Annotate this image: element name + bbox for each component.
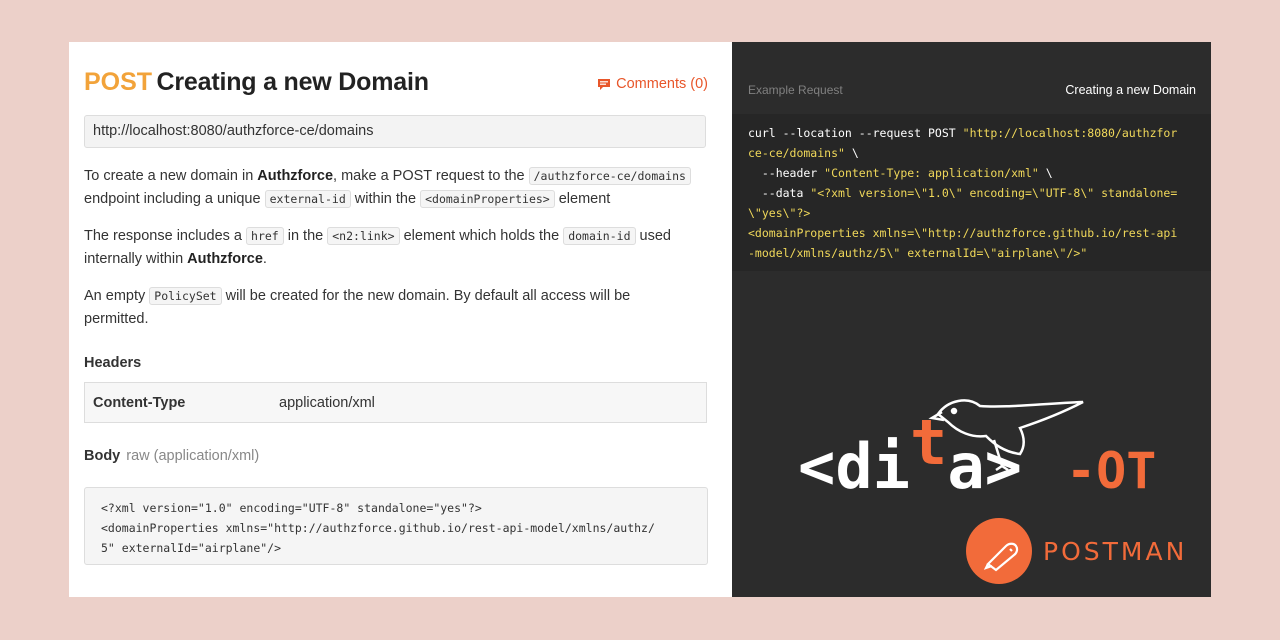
example-panel: Example Request Creating a new Domain cu… (732, 42, 1211, 597)
inline-code: external-id (264, 190, 351, 208)
ot-suffix: -OT (1066, 442, 1156, 500)
dita-ot-logo: <dita> -OT (798, 399, 1156, 502)
body-code-block: <?xml version="1.0" encoding="UTF-8" sta… (84, 487, 708, 565)
postman-wordmark: POSTMAN (1043, 536, 1188, 566)
headers-table: Content-Type application/xml (84, 382, 707, 423)
text: within the (350, 191, 421, 207)
inline-code: href (246, 227, 284, 245)
code-text: \ (844, 146, 859, 160)
code-text: --header (748, 166, 825, 180)
header-key: Content-Type (93, 395, 186, 411)
code-string: \"yes\"?> (748, 206, 811, 220)
code-string: "http://localhost:8080/authzfor (962, 126, 1178, 140)
postman-logo: POSTMAN (966, 518, 1187, 584)
text: . (262, 251, 267, 267)
body-title: Body (84, 448, 121, 464)
text: , make a POST request to the (333, 168, 529, 184)
text: The response includes a (84, 228, 247, 244)
code-text: --data (748, 186, 811, 200)
documentation-panel: POST Creating a new Domain Comments (0) … (69, 42, 732, 597)
request-title: Creating a new Domain (156, 68, 429, 96)
code-string: "<?xml version=\"1.0\" encoding=\"UTF-8\… (810, 186, 1178, 200)
code-string: -model/xmlns/authz/5\" externalId=\"airp… (748, 246, 1088, 260)
comments-link[interactable]: Comments (0) (598, 76, 708, 92)
description-paragraph-1: To create a new domain in Authzforce, ma… (84, 165, 694, 211)
code-string: "Content-Type: application/xml" (824, 166, 1039, 180)
inline-code: <domainProperties> (420, 190, 555, 208)
body-heading: Body raw (application/xml) (84, 448, 259, 464)
text: endpoint including a unique (84, 191, 265, 207)
text: element which holds the (399, 228, 564, 244)
text: element (554, 191, 611, 207)
code-text: curl --location --request POST (748, 126, 963, 140)
code-text: \ (1038, 166, 1053, 180)
request-url[interactable]: http://localhost:8080/authzforce-ce/doma… (84, 115, 706, 148)
postman-icon (966, 518, 1032, 584)
header-value: application/xml (279, 395, 375, 411)
example-request-label: Example Request (748, 83, 843, 97)
inline-code: /authzforce-ce/domains (528, 167, 691, 185)
body-content-type: raw (application/xml) (126, 448, 260, 464)
http-method: POST (84, 68, 153, 96)
text: in the (283, 228, 328, 244)
bold-text: Authzforce (257, 168, 334, 184)
comment-icon (598, 78, 611, 90)
example-code-panel: curl --location --request POST "http://l… (732, 114, 1211, 271)
description-paragraph-3: An empty PolicySet will be created for t… (84, 285, 694, 331)
code-string: <domainProperties xmlns=\"http://authzfo… (748, 226, 1178, 240)
inline-code: <n2:link> (327, 227, 400, 245)
example-request-selector[interactable]: Creating a new Domain (1065, 83, 1196, 97)
inline-code: domain-id (563, 227, 636, 245)
code-string: ce-ce/domains" (748, 146, 845, 160)
comments-label: Comments (0) (616, 76, 708, 92)
dita-text: <dita> (798, 406, 1022, 502)
bold-text: Authzforce (187, 251, 263, 267)
text: To create a new domain in (84, 168, 258, 184)
description-paragraph-2: The response includes a href in the <n2:… (84, 225, 694, 271)
example-header: Example Request Creating a new Domain (748, 82, 1196, 100)
request-title-row: POST Creating a new Domain Comments (0) (84, 68, 708, 100)
text: An empty (84, 288, 150, 304)
inline-code: PolicySet (149, 287, 222, 305)
curl-code: curl --location --request POST "http://l… (748, 123, 1177, 263)
headers-heading: Headers (84, 355, 142, 371)
